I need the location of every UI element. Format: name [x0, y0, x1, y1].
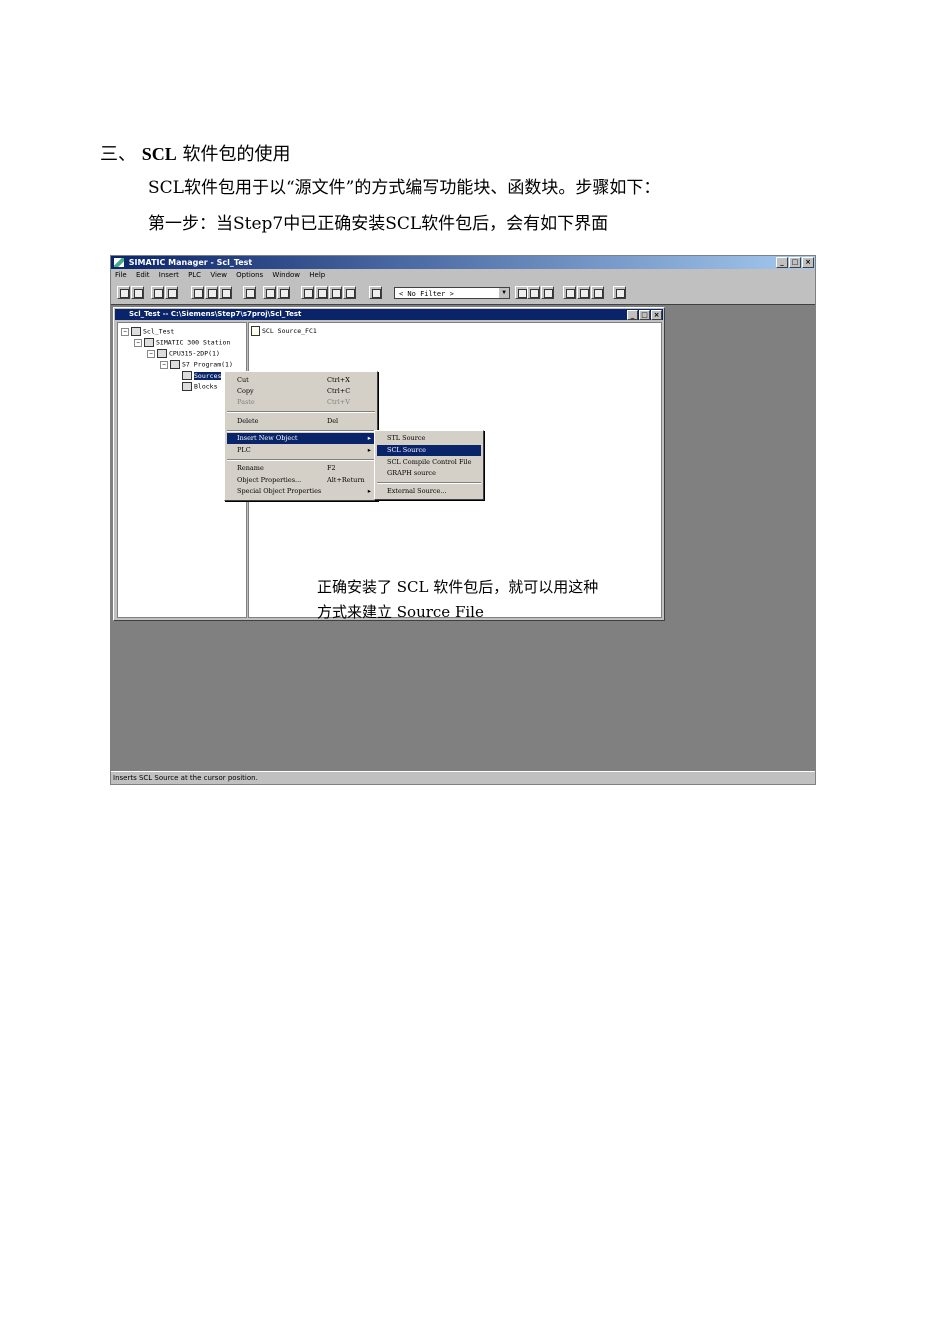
- tree-item-blocks[interactable]: Blocks: [182, 382, 217, 391]
- menu-plc[interactable]: PLC: [188, 271, 201, 279]
- memory-card-icon[interactable]: [165, 286, 178, 299]
- simatic-logo-icon: [114, 258, 124, 267]
- simulation-icon[interactable]: [541, 286, 554, 299]
- online-icon[interactable]: [263, 286, 276, 299]
- netpro-icon[interactable]: [527, 286, 540, 299]
- child-maximize-button[interactable]: □: [639, 310, 650, 320]
- paragraph-intro: SCL软件包用于以“源文件”的方式编写功能块、函数块。步骤如下：: [148, 178, 661, 198]
- menu-window[interactable]: Window: [272, 271, 300, 279]
- mdi-workspace: Scl_Test -- C:\Siemens\Step7\s7proj\Scl_…: [111, 304, 815, 772]
- offline-icon[interactable]: [277, 286, 290, 299]
- collapse-icon[interactable]: −: [147, 349, 155, 358]
- menu-item-copy[interactable]: Copy Ctrl+C: [227, 386, 375, 397]
- close-button[interactable]: ×: [802, 257, 814, 268]
- menu-separator: [227, 459, 375, 461]
- menu-item-object-properties[interactable]: Object Properties... Alt+Return: [227, 475, 375, 486]
- menu-options[interactable]: Options: [236, 271, 263, 279]
- annotation-caption: 正确安装了 SCL 软件包后，就可以用这种 方式来建立 Source File: [317, 575, 598, 625]
- menu-item-rename[interactable]: Rename F2: [227, 463, 375, 474]
- menu-insert[interactable]: Insert: [159, 271, 179, 279]
- tile-icon[interactable]: [577, 286, 590, 299]
- menu-separator: [227, 430, 375, 432]
- cpu-icon: [157, 349, 167, 358]
- collapse-icon[interactable]: −: [134, 338, 142, 347]
- child-close-button[interactable]: ×: [651, 310, 662, 320]
- menu-item-cut[interactable]: Cut Ctrl+X: [227, 375, 375, 386]
- window-icon[interactable]: [591, 286, 604, 299]
- program-icon: [170, 360, 180, 369]
- menu-separator: [377, 482, 481, 484]
- tree-item-cpu[interactable]: − CPU315-2DP(1): [147, 349, 220, 358]
- filter-value: < No Filter >: [399, 290, 454, 298]
- submenu-arrow-icon: ▸: [367, 487, 371, 495]
- menu-help[interactable]: Help: [309, 271, 325, 279]
- help-icon[interactable]: [613, 286, 626, 299]
- app-titlebar: SIMATIC Manager - Scl_Test _ □ ×: [111, 256, 815, 269]
- menu-edit[interactable]: Edit: [136, 271, 150, 279]
- menu-item-delete[interactable]: Delete Del: [227, 416, 375, 427]
- menu-item-external-source[interactable]: External Source...: [377, 486, 481, 497]
- menu-item-special-object-properties[interactable]: Special Object Properties ▸: [227, 486, 375, 497]
- tree-item-program[interactable]: − S7 Program(1): [160, 360, 233, 369]
- collapse-icon[interactable]: −: [160, 360, 168, 369]
- menu-bar: File Edit Insert PLC View Options Window…: [111, 269, 332, 282]
- tree-item-station[interactable]: − SIMATIC 300 Station: [134, 338, 230, 347]
- section-heading: 三、 SCL 软件包的使用: [100, 140, 290, 166]
- copy-icon[interactable]: [205, 286, 218, 299]
- menu-item-scl-source[interactable]: SCL Source: [377, 445, 481, 456]
- small-icons-icon[interactable]: [315, 286, 328, 299]
- status-bar: Inserts SCL Source at the cursor positio…: [111, 771, 815, 784]
- submenu-arrow-icon: ▸: [367, 446, 371, 454]
- chevron-down-icon[interactable]: ▼: [499, 288, 509, 298]
- menu-item-scl-compile-control-file[interactable]: SCL Compile Control File: [377, 457, 481, 468]
- paragraph-step1: 第一步：当Step7中已正确安装SCL软件包后，会有如下界面: [148, 214, 609, 234]
- menu-separator: [227, 411, 375, 413]
- project-window-titlebar: Scl_Test -- C:\Siemens\Step7\s7proj\Scl_…: [115, 309, 663, 320]
- accessible-nodes-icon[interactable]: [151, 286, 164, 299]
- tree-item-sources[interactable]: Sources: [182, 371, 222, 380]
- station-icon: [144, 338, 154, 347]
- list-icon[interactable]: [329, 286, 342, 299]
- submenu-arrow-icon: ▸: [367, 434, 371, 442]
- object-scl-source-fc1[interactable]: SCL Source_FC1: [251, 326, 317, 336]
- download-icon[interactable]: [243, 286, 256, 299]
- source-file-icon: [251, 326, 260, 336]
- menu-item-insert-new-object[interactable]: Insert New Object ▸: [227, 433, 375, 444]
- insert-submenu: STL Source SCL Source SCL Compile Contro…: [374, 430, 484, 500]
- simatic-manager-window: SIMATIC Manager - Scl_Test _ □ × File Edit…: [110, 255, 816, 785]
- filter-dropdown[interactable]: < No Filter > ▼: [394, 287, 510, 299]
- collapse-icon[interactable]: −: [121, 327, 129, 336]
- paste-icon[interactable]: [219, 286, 232, 299]
- menu-item-paste: Paste Ctrl+V: [237, 398, 350, 406]
- menu-file[interactable]: File: [115, 271, 127, 279]
- open-icon[interactable]: [131, 286, 144, 299]
- app-title: SIMATIC Manager - Scl_Test: [128, 258, 253, 267]
- child-minimize-button[interactable]: _: [627, 310, 638, 320]
- restore-button[interactable]: □: [789, 257, 801, 268]
- context-menu: Cut Ctrl+X Copy Ctrl+C Paste Ctrl+V Delete D…: [224, 371, 378, 501]
- menu-item-stl-source[interactable]: STL Source: [377, 433, 481, 444]
- cut-icon[interactable]: [191, 286, 204, 299]
- folder-icon: [182, 371, 192, 380]
- heading-bold: SCL: [141, 144, 177, 164]
- menu-view[interactable]: View: [210, 271, 227, 279]
- caption-line-1: 正确安装了 SCL 软件包后，就可以用这种: [317, 578, 599, 596]
- menu-item-graph-source[interactable]: GRAPH source: [377, 468, 481, 479]
- menu-item-plc[interactable]: PLC ▸: [227, 445, 375, 456]
- details-icon[interactable]: [343, 286, 356, 299]
- tree-item-project[interactable]: − Scl_Test: [121, 327, 174, 336]
- caption-line-2: 方式来建立 Source File: [317, 603, 484, 621]
- heading-rest: 软件包的使用: [182, 144, 291, 165]
- project-window-title: Scl_Test -- C:\Siemens\Step7\s7proj\Scl_…: [129, 310, 302, 318]
- folder-icon: [182, 382, 192, 391]
- heading-number: 三、: [100, 144, 136, 165]
- cascade-icon[interactable]: [563, 286, 576, 299]
- up-one-level-icon[interactable]: [369, 286, 382, 299]
- new-icon[interactable]: [117, 286, 130, 299]
- minimize-button[interactable]: _: [776, 257, 788, 268]
- large-icons-icon[interactable]: [301, 286, 314, 299]
- project-icon: [131, 327, 141, 336]
